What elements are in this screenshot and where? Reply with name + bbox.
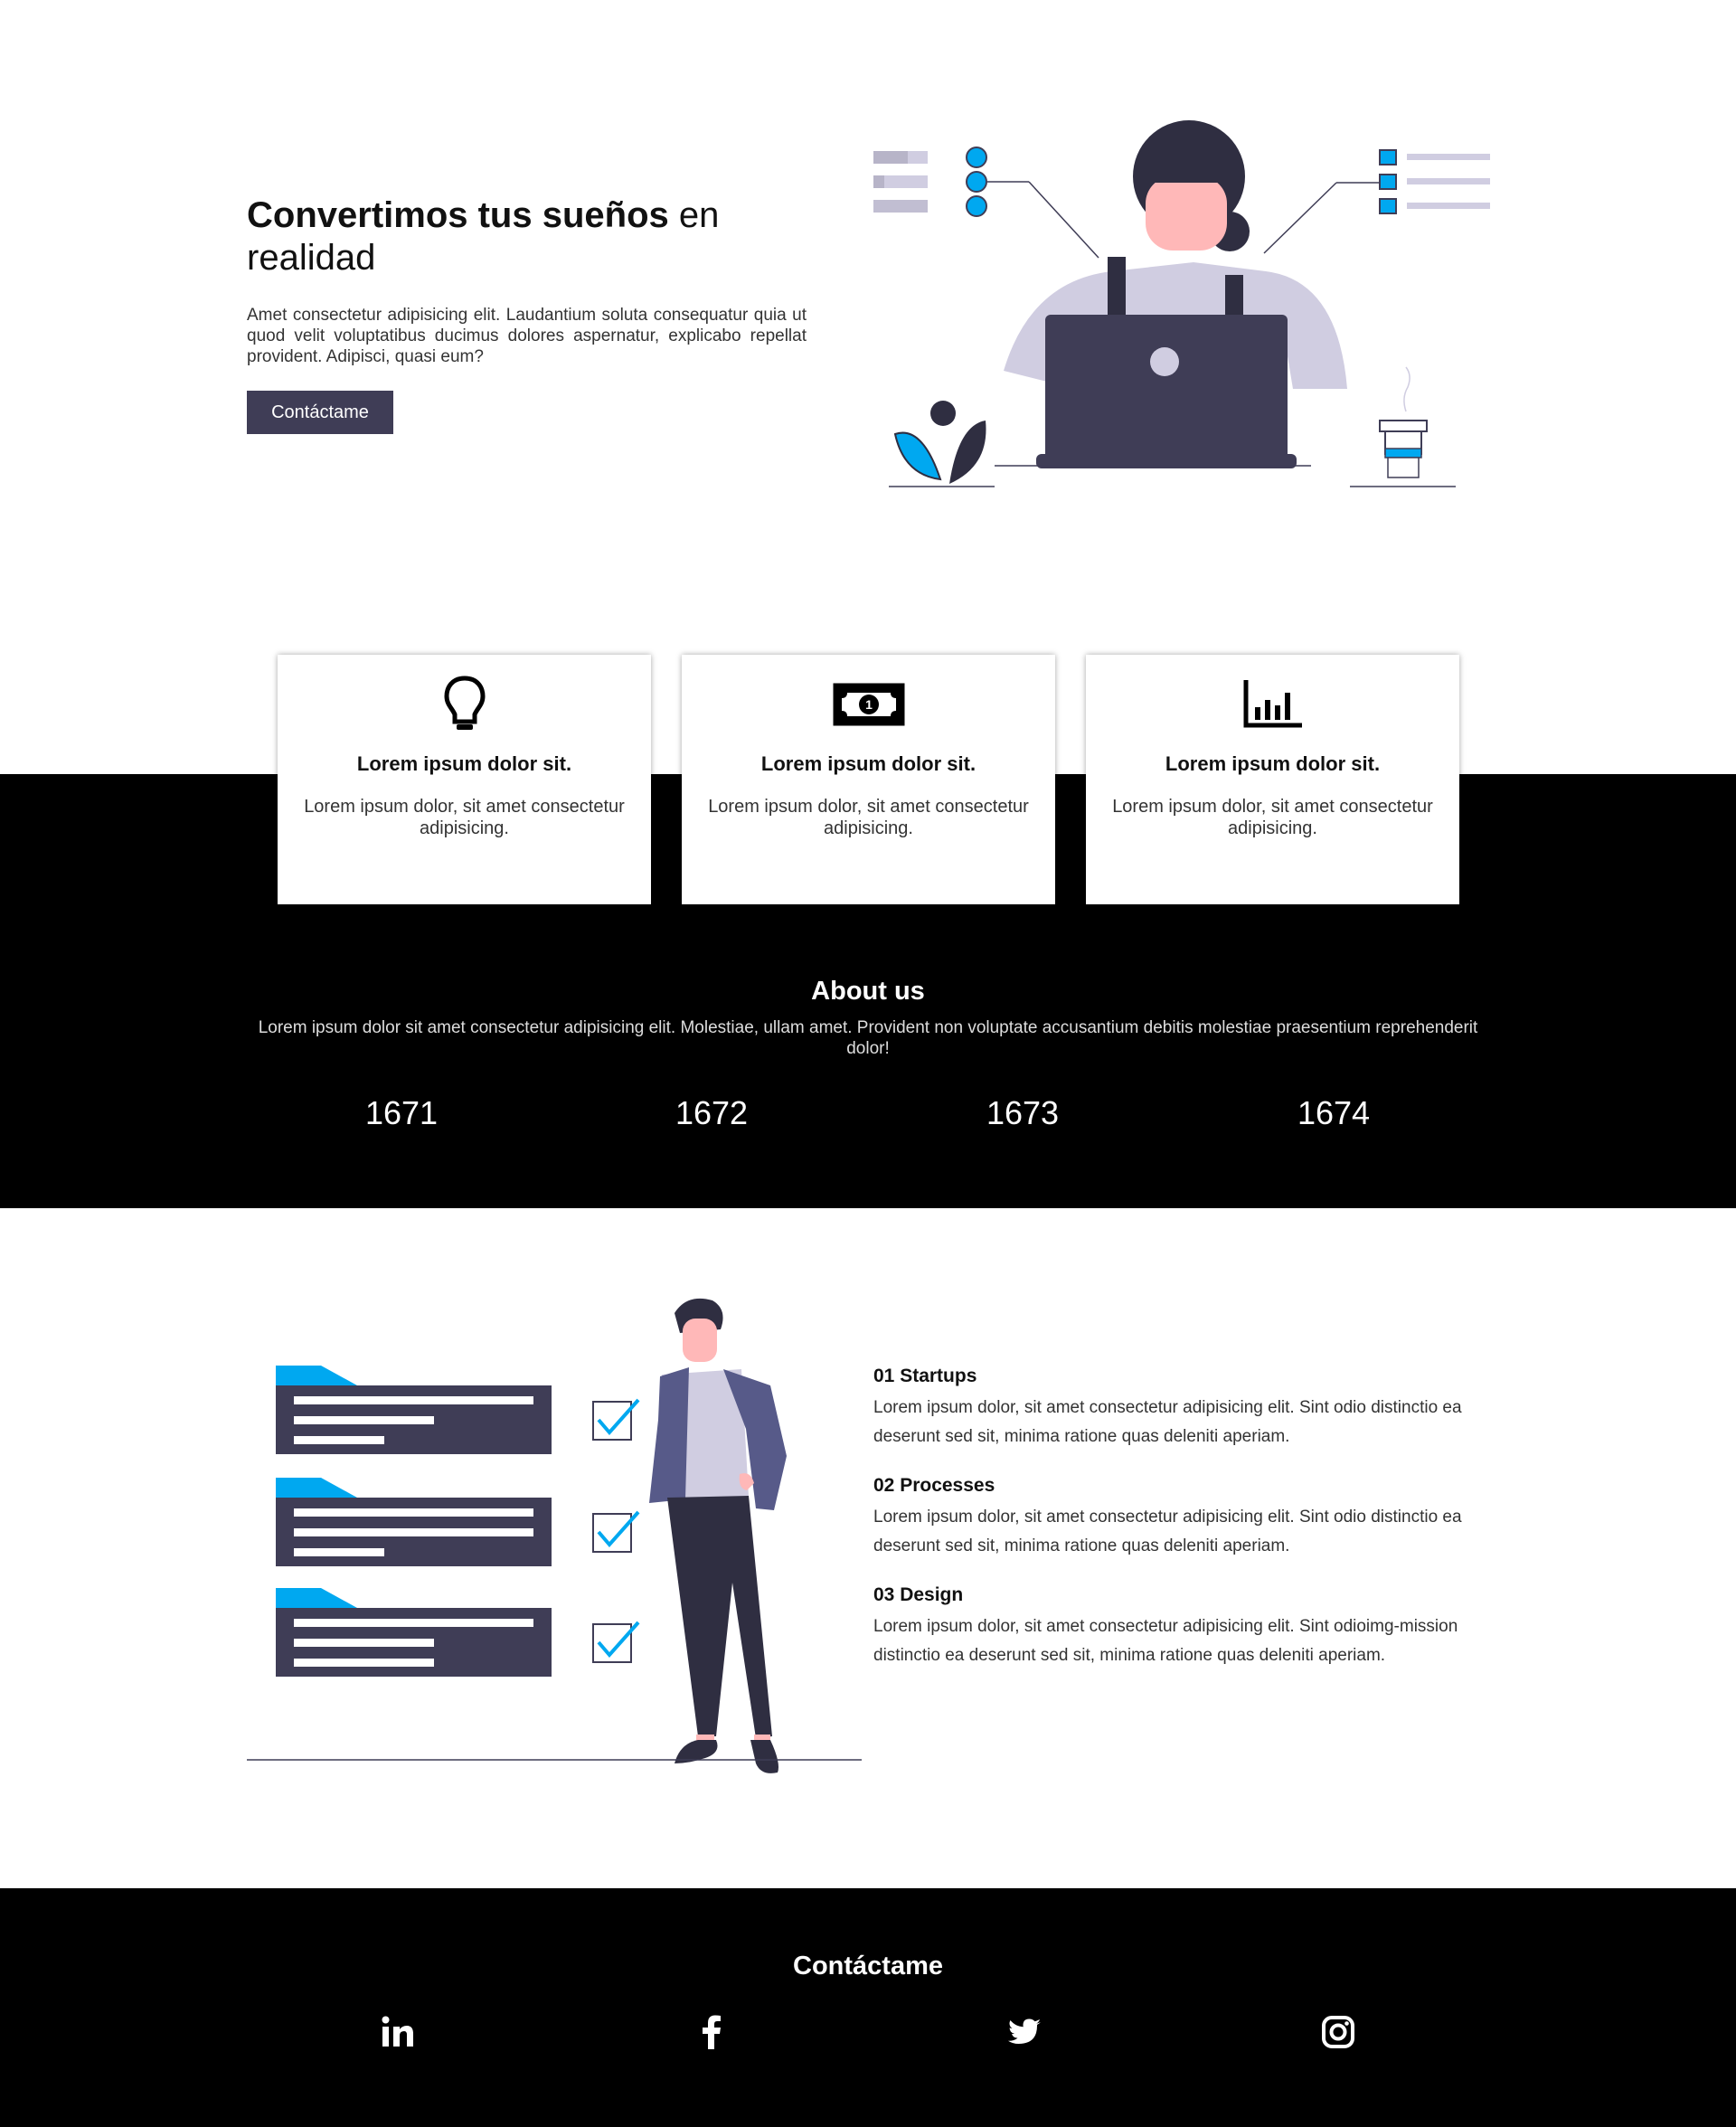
feature-card-1: Lorem ipsum dolor sit. Lorem ipsum dolor… xyxy=(278,655,651,904)
feature-title: Lorem ipsum dolor sit. xyxy=(356,752,572,775)
feature-text: Lorem ipsum dolor, sit amet consectetur … xyxy=(304,797,625,838)
hero-section: Convertimos tus sueños en realidad Amet … xyxy=(0,0,1736,651)
service-title: 02 Processes xyxy=(873,1475,995,1496)
feature-card-2: 1 Lorem ipsum dolor sit. Lorem ipsum dol… xyxy=(682,655,1055,904)
linkedin-icon[interactable] xyxy=(371,2013,425,2067)
service-text: Lorem ipsum dolor, sit amet consectetur … xyxy=(873,1398,1462,1446)
footer: Contáctame xyxy=(0,1888,1736,2127)
hero-title-bold: Convertimos tus sueños xyxy=(247,195,669,235)
service-text: Lorem ipsum dolor, sit amet consectetur … xyxy=(873,1508,1462,1555)
feature-text: Lorem ipsum dolor, sit amet consectetur … xyxy=(708,797,1029,838)
money-bill-icon: 1 xyxy=(833,683,904,726)
feature-text: Lorem ipsum dolor, sit amet consectetur … xyxy=(1112,797,1433,838)
service-item: 01 Startups Lorem ipsum dolor, sit amet … xyxy=(873,1366,1470,1451)
facebook-icon[interactable] xyxy=(684,2013,739,2067)
man-checklist-illustration xyxy=(247,1298,862,1773)
feature-title: Lorem ipsum dolor sit. xyxy=(760,752,976,775)
stat-2: 1672 xyxy=(675,1094,749,1131)
about-text: Lorem ipsum dolor sit amet consectetur a… xyxy=(258,1018,1478,1058)
svg-text:1: 1 xyxy=(865,697,873,712)
stats-row: 1671 1672 1673 1674 xyxy=(247,1094,1489,1149)
hero-description: Amet consectetur adipisicing elit. Lauda… xyxy=(247,306,807,366)
instagram-icon[interactable] xyxy=(1311,2013,1365,2067)
twitter-icon[interactable] xyxy=(998,2013,1052,2067)
service-title: 03 Design xyxy=(873,1584,964,1605)
footer-title: Contáctame xyxy=(793,1952,943,1980)
bar-chart-icon xyxy=(1243,680,1302,728)
feature-card-3: Lorem ipsum dolor sit. Lorem ipsum dolor… xyxy=(1086,655,1459,904)
hero-text: Convertimos tus sueños en realidad Amet … xyxy=(247,194,807,434)
about-title: About us xyxy=(811,977,925,1006)
services-list: 01 Startups Lorem ipsum dolor, sit amet … xyxy=(873,1366,1470,1694)
lightbulb-icon xyxy=(443,676,486,730)
service-item: 02 Processes Lorem ipsum dolor, sit amet… xyxy=(873,1475,1470,1561)
feature-title: Lorem ipsum dolor sit. xyxy=(1165,752,1381,775)
stat-4: 1674 xyxy=(1297,1094,1371,1131)
about-block: About us Lorem ipsum dolor sit amet cons… xyxy=(0,977,1736,1059)
service-title: 01 Startups xyxy=(873,1366,977,1386)
service-text: Lorem ipsum dolor, sit amet consectetur … xyxy=(873,1617,1458,1665)
woman-laptop-illustration xyxy=(873,120,1490,487)
hero-title: Convertimos tus sueños en realidad xyxy=(247,194,807,279)
stat-3: 1673 xyxy=(986,1094,1060,1131)
contact-button[interactable]: Contáctame xyxy=(247,391,393,434)
service-item: 03 Design Lorem ipsum dolor, sit amet co… xyxy=(873,1584,1470,1670)
stat-1: 1671 xyxy=(364,1094,439,1131)
